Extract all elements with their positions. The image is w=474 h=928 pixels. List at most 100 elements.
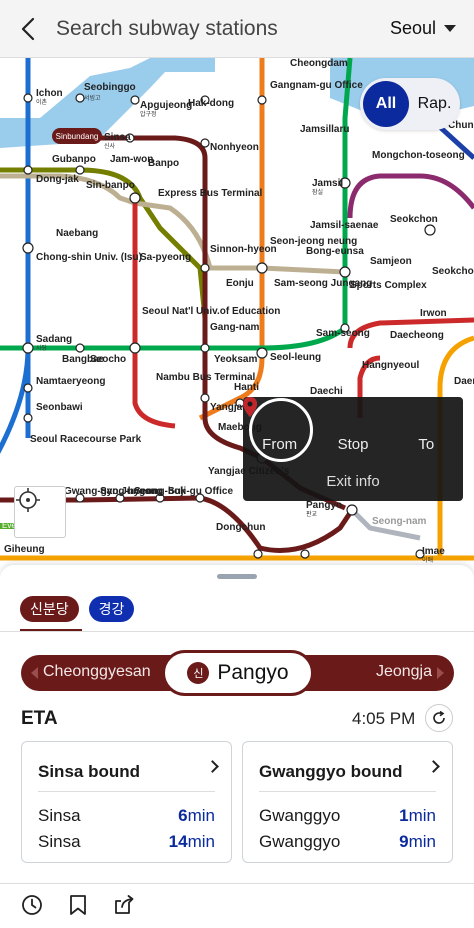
station-naebang[interactable]: Naebang (56, 228, 98, 239)
bottom-toolbar (20, 893, 136, 917)
set-stop-button[interactable]: Stop (243, 397, 389, 463)
station-banpo[interactable]: Banpo (148, 158, 179, 169)
refresh-icon (433, 710, 445, 724)
station-gangnamgu-office[interactable]: Gangnam-gu Office (270, 80, 363, 91)
line-badge: 신 (187, 662, 210, 684)
refresh-button[interactable] (425, 704, 453, 732)
station-suji-gu-office[interactable]: Suji-gu Office (168, 486, 233, 497)
toggle-all-button[interactable]: All (363, 81, 409, 127)
station-sinsa-ko: 신사 (104, 142, 116, 150)
sinbundang-chip-label: Sinbundang (56, 132, 99, 141)
station-gangnam[interactable]: Gang-nam (210, 322, 260, 333)
station-detail-sheet: 신분당 경강 Cheonggyesan 신 Pangyo Jeongja ETA… (0, 565, 474, 928)
arrival-minutes: 14 (168, 832, 188, 851)
station-jamsillaru[interactable]: Jamsillaru (300, 124, 349, 135)
station-nonhyeon[interactable]: Nonhyeon (210, 142, 259, 153)
station-namtaeryeong[interactable]: Namtaeryeong (36, 376, 105, 387)
station-ichon-ko: 이촌 (36, 98, 48, 106)
station-sadang[interactable]: Sadang (36, 334, 72, 345)
share-button[interactable] (112, 893, 136, 917)
route-mode-toggle[interactable]: All Rap. (360, 78, 460, 130)
sheet-drag-handle[interactable] (217, 574, 257, 579)
toggle-rapid-button[interactable]: Rap. (409, 95, 460, 113)
tab-divider (0, 631, 474, 632)
previous-station-button[interactable]: Cheonggyesan (43, 663, 151, 681)
tab-gyeonggang-line[interactable]: 경강 (88, 596, 135, 622)
clock-icon (22, 895, 42, 915)
red-pin-icon (243, 397, 257, 417)
station-seobinggo[interactable]: Seobinggo (84, 82, 136, 93)
back-button[interactable] (0, 0, 56, 58)
station-seoul-racecourse-park[interactable]: Seoul Racecourse Park (30, 434, 142, 445)
direction-card-sinsa[interactable]: Sinsa bound Sinsa 6min Sinsa 14min (21, 741, 232, 863)
station-mongchon-toseong[interactable]: Mongchon-toseong (372, 150, 465, 161)
station-sinsa[interactable]: Sinsa (104, 132, 131, 143)
chevron-right-icon (437, 667, 444, 679)
station-hakdong[interactable]: Hak-dong (188, 98, 234, 109)
locate-me-button[interactable] (14, 486, 66, 538)
city-selector[interactable]: Seoul (390, 18, 474, 39)
subway-map[interactable]: Sinbundang Ichon Seobinggo Apgujeong Hak… (0, 58, 474, 568)
station-jamsil-saenae[interactable]: Jamsil-saenae (310, 220, 379, 231)
station-hanti[interactable]: Hanti (234, 382, 259, 393)
station-gubanpo[interactable]: Gubanpo (52, 154, 96, 165)
station-dongjak[interactable]: Dong-jak (36, 174, 79, 185)
station-seonbawi[interactable]: Seonbawi (36, 402, 83, 413)
station-seokchon[interactable]: Seokchon (390, 214, 438, 225)
station-seokchon-gobun[interactable]: Seokchon Gobun (432, 266, 474, 277)
station-seocho[interactable]: Seocho (90, 354, 126, 365)
station-ichon[interactable]: Ichon (36, 88, 63, 99)
direction-title: Gwanggyo bound (259, 762, 403, 781)
station-giheung[interactable]: Giheung (4, 544, 45, 555)
station-jamsil[interactable]: Jamsil (312, 178, 343, 189)
chevron-right-icon (427, 760, 440, 773)
station-imae[interactable]: Imae (422, 546, 445, 557)
tab-sinbundang-line[interactable]: 신분당 (20, 596, 79, 622)
arrival-row: Gwanggyo 1min (259, 806, 436, 826)
station-apgujeong[interactable]: Apgujeong (140, 100, 192, 111)
station-yeoksam[interactable]: Yeoksam (214, 354, 257, 365)
arrival-row: Sinsa 14min (38, 832, 215, 852)
station-cheongdam[interactable]: Cheongdam (290, 58, 348, 69)
city-label: Seoul (389, 18, 436, 38)
station-hangnyeoul[interactable]: Hangnyeoul (362, 360, 419, 371)
station-sapyeong[interactable]: Sa-pyeong (140, 252, 191, 263)
arrival-row: Gwanggyo 9min (259, 832, 436, 852)
station-express-bus-terminal[interactable]: Express Bus Terminal (158, 188, 263, 199)
station-daechi[interactable]: Daechi (310, 386, 343, 397)
station-samjeon[interactable]: Samjeon (370, 256, 412, 267)
station-dongchun[interactable]: Dongchun (216, 522, 265, 533)
chevron-down-icon (444, 25, 456, 32)
station-sports-complex[interactable]: Sports Complex (350, 280, 427, 291)
station-seongnam[interactable]: Seong-nam (372, 516, 427, 527)
bookmark-button[interactable] (66, 893, 90, 917)
arrival-row: Sinsa 6min (38, 806, 215, 826)
station-sinbanpo[interactable]: Sin-banpo (86, 180, 135, 191)
arrival-destination: Gwanggyo (259, 832, 341, 851)
arrival-unit: min (187, 832, 215, 851)
line-tabs: 신분당 경강 (20, 596, 135, 622)
station-sinnonhyeon[interactable]: Sinnon-hyeon (210, 244, 277, 255)
station-bongeunsa[interactable]: Bong-eunsa (306, 246, 364, 257)
crosshair-icon (16, 488, 40, 512)
eta-heading: ETA (21, 708, 58, 729)
station-imae-ko: 이매 (422, 556, 433, 564)
history-button[interactable] (20, 893, 44, 917)
station-eonju[interactable]: Eonju (226, 278, 254, 289)
search-input[interactable]: Search subway stations (56, 17, 390, 41)
station-samseong[interactable]: Sam-seong (316, 328, 370, 339)
station-pangyo[interactable]: Pangyo (306, 500, 342, 511)
set-to-button[interactable]: To (243, 397, 463, 463)
arrival-minutes: 9 (399, 832, 409, 851)
station-navigation-bar: Cheonggyesan 신 Pangyo Jeongja (21, 650, 454, 696)
next-station-button[interactable]: Jeongja (376, 663, 432, 681)
direction-card-gwanggyo[interactable]: Gwanggyo bound Gwanggyo 1min Gwanggyo 9m… (242, 741, 453, 863)
station-irwon[interactable]: Irwon (420, 308, 447, 319)
station-daecheong[interactable]: Daecheong (390, 330, 444, 341)
station-seolleung[interactable]: Seol-leung (270, 352, 321, 363)
station-jamwon[interactable]: Jam-won (110, 154, 153, 165)
exit-info-button[interactable]: Exit info (243, 463, 463, 490)
station-seoul-natl-univ-education[interactable]: Seoul Nat'l Univ.of Education (142, 306, 280, 317)
station-chongshin[interactable]: Chong-shin Univ. (Isu) (36, 252, 142, 263)
station-daemo[interactable]: Daemo (454, 376, 474, 387)
